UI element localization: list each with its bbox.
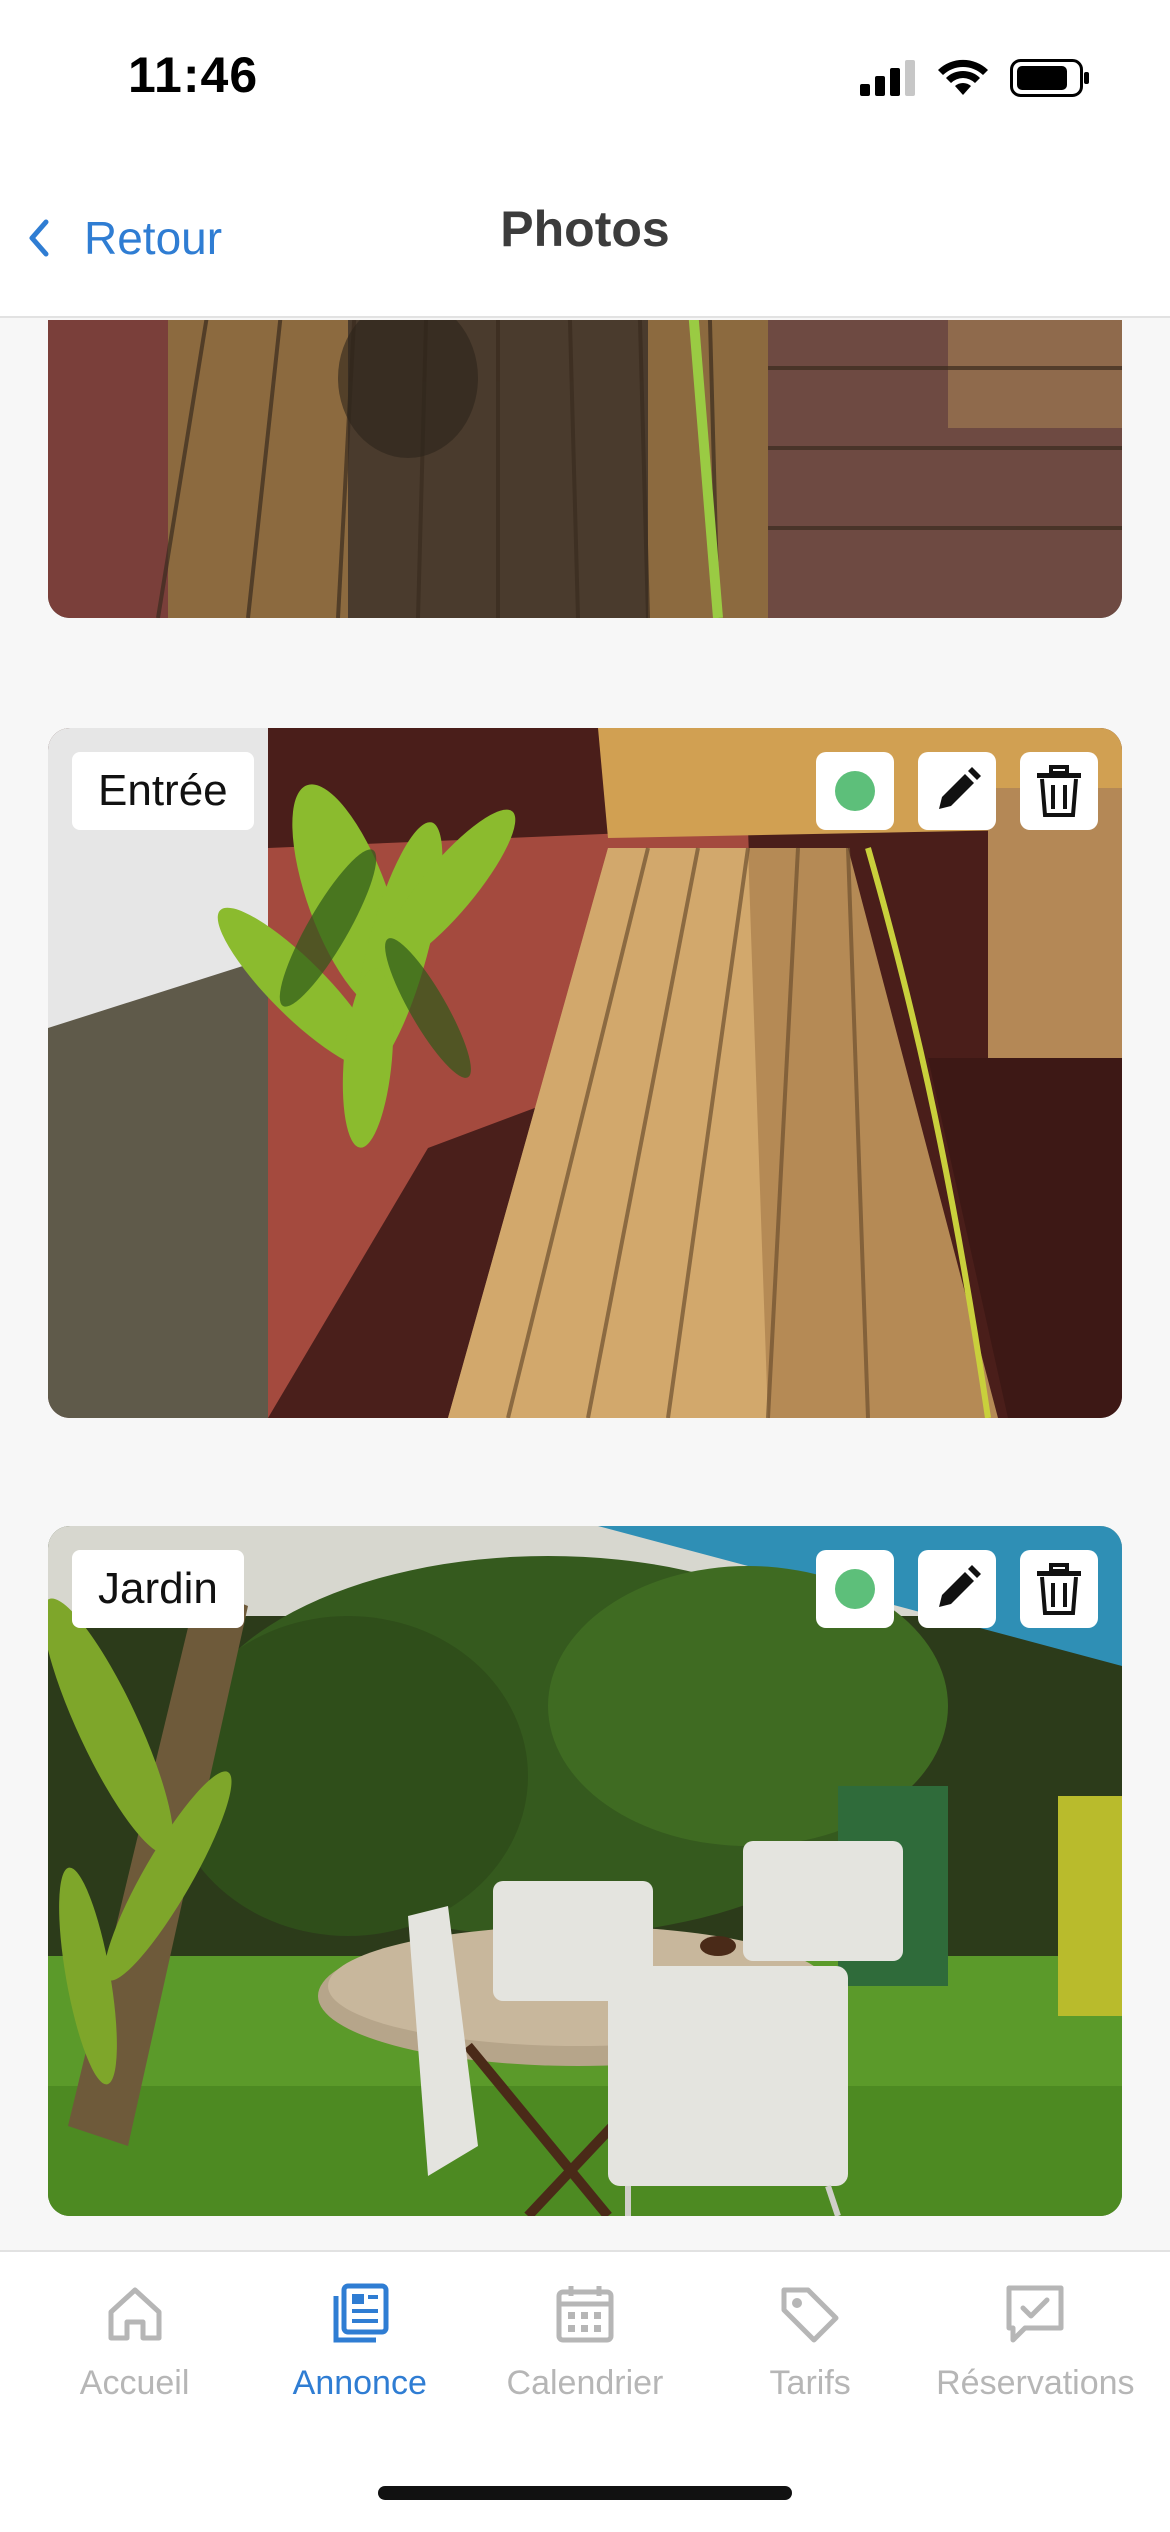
calendar-icon <box>556 2286 614 2343</box>
edit-button[interactable] <box>918 1550 996 1628</box>
edit-button[interactable] <box>918 752 996 830</box>
wifi-icon <box>938 59 988 95</box>
jardin-photo <box>48 1526 1122 2216</box>
page-title: Photos <box>500 201 670 257</box>
visibility-status-dot <box>835 1569 875 1609</box>
photo-list[interactable]: Entrée Jardin <box>0 320 1170 2250</box>
trash-icon <box>1037 765 1081 817</box>
home-indicator <box>378 2486 792 2500</box>
visibility-toggle[interactable] <box>816 752 894 830</box>
tab-tarifs[interactable]: Tarifs <box>705 2282 915 2403</box>
trash-icon <box>1037 1563 1081 1615</box>
pencil-icon <box>939 1565 981 1607</box>
entree-photo <box>48 728 1122 1418</box>
cellular-signal-icon <box>860 60 915 96</box>
status-time: 11:46 <box>128 47 259 103</box>
listing-icon <box>333 2283 389 2343</box>
photo-card-jardin[interactable]: Jardin <box>48 1526 1122 2216</box>
tab-accueil[interactable]: Accueil <box>30 2282 240 2403</box>
photo-label: Jardin <box>72 1550 244 1628</box>
tab-label: Tarifs <box>769 2364 851 2402</box>
tab-label: Réservations <box>936 2364 1135 2402</box>
battery-icon <box>1010 59 1089 97</box>
delete-button[interactable] <box>1020 1550 1098 1628</box>
price-tag-icon <box>781 2287 839 2343</box>
pencil-icon <box>939 767 981 809</box>
tab-label: Calendrier <box>506 2364 664 2402</box>
tab-calendrier[interactable]: Calendrier <box>480 2282 690 2403</box>
photo-actions <box>816 1550 1098 1628</box>
navigation-bar: Retour Photos <box>0 150 1170 318</box>
delete-button[interactable] <box>1020 752 1098 830</box>
visibility-status-dot <box>835 771 875 811</box>
status-bar: 11:46 <box>0 0 1170 150</box>
photo-actions <box>816 752 1098 830</box>
photo-card-deck[interactable] <box>48 320 1122 618</box>
photo-label: Entrée <box>72 752 254 830</box>
tab-label: Annonce <box>292 2364 427 2402</box>
status-icons <box>860 56 1090 100</box>
deck-photo <box>48 320 1122 618</box>
reservations-icon <box>1006 2285 1064 2343</box>
tab-reservations[interactable]: Réservations <box>930 2282 1140 2403</box>
visibility-toggle[interactable] <box>816 1550 894 1628</box>
home-icon <box>108 2287 162 2341</box>
tab-label: Accueil <box>79 2364 190 2402</box>
photo-card-entree[interactable]: Entrée <box>48 728 1122 1418</box>
tab-annonce[interactable]: Annonce <box>255 2282 465 2403</box>
